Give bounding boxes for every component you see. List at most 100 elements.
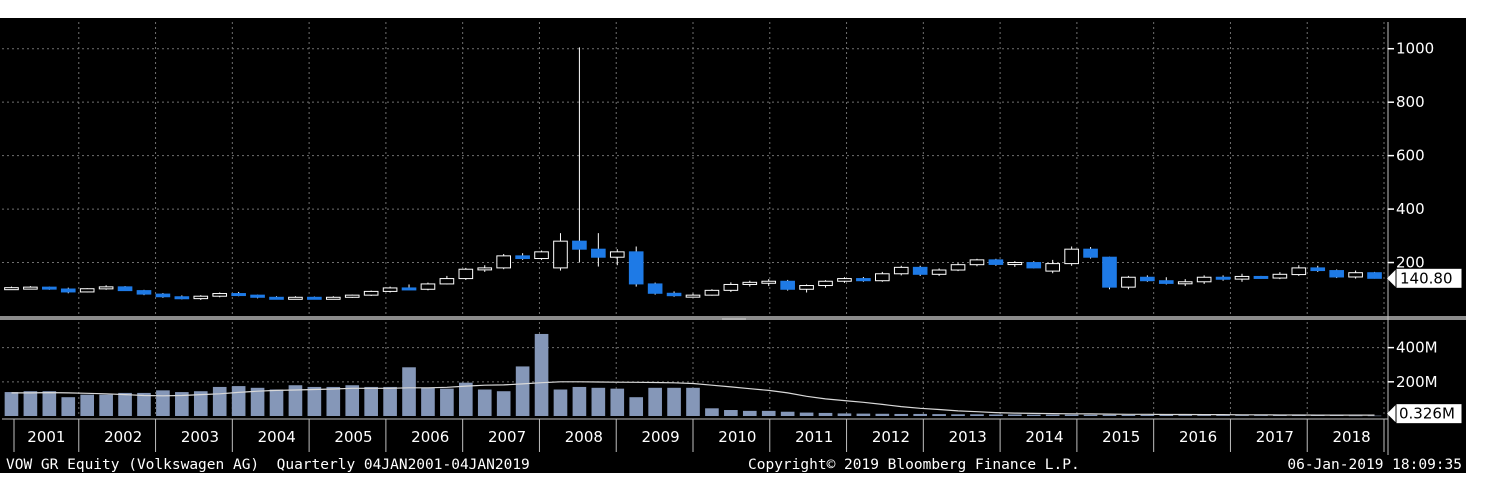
volume-bar xyxy=(515,366,530,416)
candle xyxy=(912,265,928,276)
candle xyxy=(79,288,95,293)
candle-body-up xyxy=(4,287,19,291)
volume-bar xyxy=(951,414,965,416)
price-tick-label: 400 xyxy=(1396,200,1425,218)
volume-bar xyxy=(1367,415,1382,417)
volume-bar xyxy=(23,391,38,416)
candle xyxy=(988,258,1004,266)
volume-bar xyxy=(913,413,927,416)
candle-body-up xyxy=(704,289,720,296)
candle-body-up xyxy=(477,267,493,271)
year-label: 2003 xyxy=(181,428,219,446)
volume-bar xyxy=(421,387,435,416)
candle-body-up xyxy=(344,294,360,298)
last-price-label: 140.80 xyxy=(1400,269,1453,287)
volume-bar xyxy=(1235,415,1249,416)
candle-body-up xyxy=(420,283,436,290)
year-label: 2012 xyxy=(872,428,910,446)
volume-tick-label: 400M xyxy=(1396,339,1438,357)
candle-body-down xyxy=(136,290,152,295)
volume-bar xyxy=(1083,414,1098,416)
last-volume-label: 0.326M xyxy=(1399,405,1455,423)
candle-body-up xyxy=(761,280,777,284)
volume-bar xyxy=(724,410,738,416)
volume-bar xyxy=(440,388,454,416)
volume-bar xyxy=(648,387,662,416)
year-label: 2010 xyxy=(718,428,756,446)
volume-bar xyxy=(686,387,700,416)
candle-body-up xyxy=(1045,263,1061,272)
volume-bar xyxy=(837,413,852,416)
candle-body-down xyxy=(401,287,417,291)
volume-bar xyxy=(1197,415,1211,416)
candle xyxy=(363,290,379,296)
volume-bar xyxy=(1216,415,1230,416)
candle xyxy=(496,253,512,270)
candle-body-up xyxy=(288,296,303,300)
volume-bar xyxy=(402,367,416,416)
volume-bar xyxy=(1064,414,1079,416)
candle xyxy=(1083,247,1098,259)
candle xyxy=(780,279,795,291)
chart-panel: 2004006008001000 200M400M 140.80 0.326M … xyxy=(0,18,1466,473)
candle-body-up xyxy=(893,266,909,275)
candle xyxy=(969,258,985,267)
year-label: 2008 xyxy=(565,428,603,446)
security-description: VOW GR Equity (Volkswagen AG) Quarterly … xyxy=(6,457,530,473)
candle-body-up xyxy=(874,273,890,282)
candle-body-down xyxy=(1026,262,1042,269)
candle xyxy=(534,250,549,260)
candle-body-up xyxy=(723,283,739,291)
volume-bar xyxy=(875,413,890,416)
candle-body-up xyxy=(98,286,114,290)
candle-body-down xyxy=(572,240,587,250)
candle-body-up xyxy=(1064,248,1079,265)
candle-body-up xyxy=(950,264,966,271)
volume-bar xyxy=(1348,415,1363,417)
candle-body-up xyxy=(1234,275,1250,280)
volume-bar xyxy=(364,386,378,416)
candle xyxy=(60,287,76,294)
volume-bar xyxy=(591,387,606,416)
candle-body-up xyxy=(553,240,568,269)
candle-body-up xyxy=(212,293,228,297)
volume-bar xyxy=(118,392,132,416)
volume-bar xyxy=(156,390,170,416)
candle-body-down xyxy=(1367,272,1382,279)
volume-bar xyxy=(4,392,19,416)
candle-body-up xyxy=(439,278,455,285)
candle-body-up xyxy=(1007,262,1023,266)
candle xyxy=(931,268,947,276)
year-label: 2011 xyxy=(795,428,833,446)
candle-body-up xyxy=(931,269,947,275)
candle-body-down xyxy=(1083,248,1098,258)
year-label: 2006 xyxy=(411,428,449,446)
volume-bar xyxy=(629,397,644,416)
candle xyxy=(647,282,663,295)
year-label: 2007 xyxy=(488,428,526,446)
candle-body-up xyxy=(1196,276,1212,283)
year-label: 2013 xyxy=(949,428,987,446)
year-label: 2018 xyxy=(1333,428,1371,446)
volume-bar xyxy=(970,414,984,416)
candle xyxy=(212,292,228,298)
volume-bar xyxy=(307,386,322,416)
candle-body-down xyxy=(1310,267,1326,272)
volume-bar xyxy=(231,386,246,416)
candle-body-down xyxy=(780,280,795,290)
candle-body-up xyxy=(79,288,95,293)
candle-body-up xyxy=(609,251,625,258)
volume-bar xyxy=(1045,414,1060,416)
candle-body-down xyxy=(250,294,265,298)
volume-bar xyxy=(496,391,511,416)
candle-body-up xyxy=(1272,273,1288,279)
candle-body-down xyxy=(856,278,871,282)
candle xyxy=(1026,261,1042,269)
candle xyxy=(458,267,474,280)
candle-body-down xyxy=(666,292,682,297)
year-label: 2017 xyxy=(1256,428,1294,446)
volume-bar xyxy=(212,386,227,416)
volume-bar xyxy=(780,411,795,416)
volume-bar xyxy=(1008,414,1022,416)
candle-body-up xyxy=(23,286,38,290)
